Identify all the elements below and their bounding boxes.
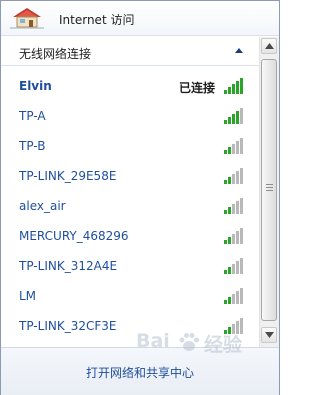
grip-line [266, 184, 273, 185]
internet-access-header: Internet 访问 [1, 1, 279, 36]
signal-bar [236, 291, 239, 304]
signal-bar [236, 141, 239, 154]
signal-bar [224, 300, 227, 304]
signal-bar [224, 270, 227, 274]
signal-strength-icon [224, 168, 243, 184]
chevron-up-icon[interactable] [234, 46, 244, 54]
house-icon [10, 8, 44, 29]
network-item-tp-a[interactable]: TP-A [1, 101, 259, 131]
signal-strength-icon [224, 78, 243, 94]
paw-icon [179, 333, 199, 351]
signal-bar [224, 150, 227, 154]
network-name: TP-LINK_29E58E [19, 169, 117, 183]
signal-bar [240, 168, 243, 184]
signal-bar [236, 111, 239, 124]
network-name: TP-A [19, 109, 46, 123]
signal-bar [236, 201, 239, 214]
network-name: LM [19, 289, 37, 303]
signal-bar [228, 87, 231, 94]
arrow-up-icon [265, 43, 274, 49]
grip-line [266, 187, 273, 188]
signal-bar [232, 204, 235, 214]
signal-strength-icon [224, 228, 243, 244]
network-item-lm[interactable]: LM [1, 281, 259, 311]
signal-bar [228, 117, 231, 124]
network-name: alex_air [19, 199, 66, 213]
signal-bar [236, 231, 239, 244]
signal-bar [228, 177, 231, 184]
signal-bar [232, 84, 235, 94]
signal-strength-icon [224, 108, 243, 124]
signal-bar [228, 237, 231, 244]
signal-bar [240, 258, 243, 274]
section-label: 无线网络连接 [19, 47, 92, 61]
signal-bar [232, 144, 235, 154]
signal-bar [228, 267, 231, 274]
baidu-jingyan-watermark: Bai 经验 [132, 328, 278, 358]
network-item-elvin[interactable]: Elvin 已连接 [1, 71, 259, 101]
signal-bar [236, 81, 239, 94]
network-name: Elvin [19, 79, 52, 93]
watermark-brand-b: 经验 [204, 334, 243, 356]
signal-strength-icon [224, 288, 243, 304]
open-network-sharing-center-link[interactable]: 打开网络和共享中心 [1, 364, 279, 381]
network-name: TP-LINK_32CF3E [19, 319, 117, 333]
vertical-scrollbar[interactable] [259, 37, 279, 347]
network-name: TP-LINK_312A4E [19, 259, 118, 273]
scroll-up-button[interactable] [261, 38, 277, 54]
signal-bar [240, 138, 243, 154]
signal-bar [228, 207, 231, 214]
network-name: MERCURY_468296 [19, 229, 129, 243]
signal-bar [232, 174, 235, 184]
signal-bar [232, 234, 235, 244]
header-title: Internet 访问 [59, 13, 135, 27]
signal-bar [236, 261, 239, 274]
signal-bar [224, 180, 227, 184]
watermark-brand-a: Bai [136, 330, 170, 352]
signal-bar [228, 297, 231, 304]
connection-status: 已连接 [178, 81, 215, 95]
signal-bar [232, 264, 235, 274]
network-name: TP-B [19, 139, 46, 153]
signal-strength-icon [224, 258, 243, 274]
network-item-tp-b[interactable]: TP-B [1, 131, 259, 161]
signal-bar [224, 90, 227, 94]
signal-bar [232, 294, 235, 304]
signal-bar [232, 114, 235, 124]
signal-bar [240, 198, 243, 214]
wireless-section-header[interactable]: 无线网络连接 [1, 37, 259, 66]
signal-bar [228, 147, 231, 154]
signal-bar [224, 210, 227, 214]
network-item-alex-air[interactable]: alex_air [1, 191, 259, 221]
signal-strength-icon [224, 138, 243, 154]
signal-strength-icon [224, 198, 243, 214]
network-list: Elvin 已连接 TP-A TP-B TP-LINK_29E58E alex_… [1, 71, 259, 347]
signal-bar [224, 120, 227, 124]
scroll-thumb[interactable] [261, 59, 277, 321]
signal-bar [240, 78, 243, 94]
signal-bar [240, 228, 243, 244]
signal-bar [224, 240, 227, 244]
grip-line [266, 190, 273, 191]
network-item-mercury-468296[interactable]: MERCURY_468296 [1, 221, 259, 251]
network-item-tp-link-29e58e[interactable]: TP-LINK_29E58E [1, 161, 259, 191]
network-item-tp-link-312a4e[interactable]: TP-LINK_312A4E [1, 251, 259, 281]
signal-bar [240, 288, 243, 304]
signal-bar [236, 171, 239, 184]
signal-bar [240, 108, 243, 124]
